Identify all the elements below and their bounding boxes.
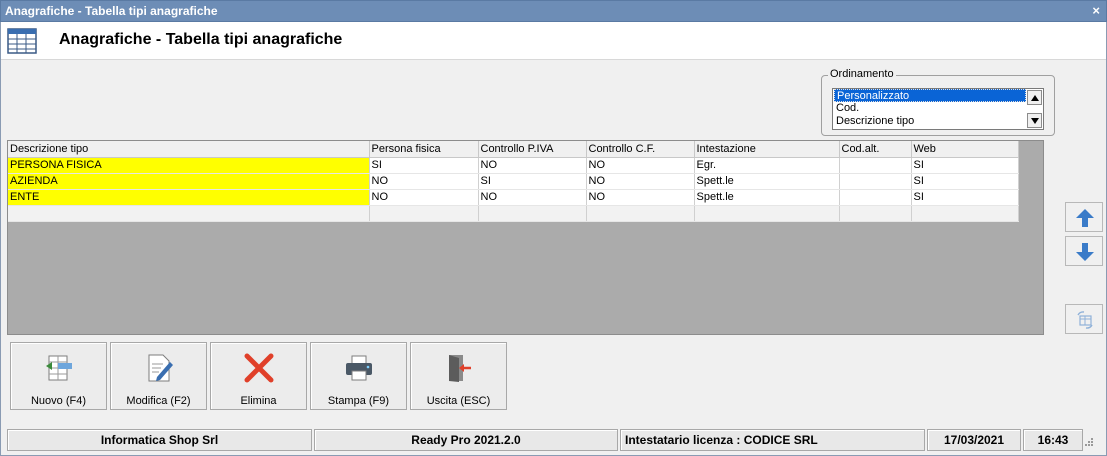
empty-cell[interactable] [839,205,912,222]
ordinamento-option-personalizzato[interactable]: Personalizzato [834,89,1026,102]
delete-button-label: Elimina [240,395,277,407]
cell-persona-fisica[interactable]: NO [369,189,479,206]
ordinamento-option-descrizione[interactable]: Descrizione tipo [834,115,1026,128]
refresh-button[interactable] [1065,304,1103,334]
printer-icon [346,355,372,381]
empty-cell[interactable] [586,205,695,222]
cell-cod-alt[interactable] [839,189,912,206]
close-icon[interactable]: × [1092,3,1100,18]
page-title: Anagrafiche - Tabella tipi anagrafiche [59,31,343,48]
status-company: Informatica Shop Srl [7,429,312,451]
cell-controllo-cf[interactable]: NO [586,157,695,174]
resize-grip-icon[interactable] [1084,437,1094,447]
exit-door-icon [449,355,471,382]
page-header: Anagrafiche - Tabella tipi anagrafiche [1,22,1106,60]
window-frame-left [0,22,1,456]
cell-controllo-cf[interactable]: NO [586,189,695,206]
new-button[interactable]: Nuovo (F4) [10,342,107,410]
cell-controllo-piva[interactable]: NO [478,189,587,206]
cell-intestazione[interactable]: Spett.le [694,173,840,190]
cell-web[interactable]: SI [911,157,1019,174]
cell-persona-fisica[interactable]: SI [369,157,479,174]
ordinamento-group: Ordinamento Personalizzato Cod. Descrizi… [821,68,1055,136]
status-date: 17/03/2021 [927,429,1021,451]
exit-button-label: Uscita (ESC) [426,395,491,407]
cell-web[interactable]: SI [911,173,1019,190]
ordinamento-option-cod[interactable]: Cod. [834,102,1026,115]
col-header-descrizione[interactable]: Descrizione tipo [8,141,370,158]
arrow-up-icon [1076,209,1094,227]
table-row[interactable]: ENTE NO NO NO Spett.le SI [8,189,1019,206]
table-icon [7,28,37,54]
window-titlebar[interactable]: Anagrafiche - Tabella tipi anagrafiche × [0,0,1107,22]
status-bar: Informatica Shop Srl Ready Pro 2021.2.0 … [7,429,1100,451]
cell-cod-alt[interactable] [839,157,912,174]
col-header-web[interactable]: Web [911,141,1019,158]
col-header-controllo-cf[interactable]: Controllo C.F. [586,141,695,158]
status-time: 16:43 [1023,429,1083,451]
cell-persona-fisica[interactable]: NO [369,173,479,190]
cell-controllo-piva[interactable]: NO [478,157,587,174]
table-row[interactable]: PERSONA FISICA SI NO NO Egr. SI [8,157,1019,174]
cell-descrizione[interactable]: PERSONA FISICA [8,157,370,174]
empty-cell[interactable] [911,205,1019,222]
new-button-label: Nuovo (F4) [30,395,87,407]
new-record-icon [46,355,72,381]
refresh-icon [1077,311,1093,329]
header-row: Descrizione tipo Persona fisica Controll… [8,141,1019,158]
cell-intestazione[interactable]: Spett.le [694,189,840,206]
cell-intestazione[interactable]: Egr. [694,157,840,174]
cell-descrizione[interactable]: AZIENDA [8,173,370,190]
empty-cell[interactable] [8,205,370,222]
cell-controllo-piva[interactable]: SI [478,173,587,190]
empty-cell[interactable] [694,205,840,222]
empty-cell[interactable] [369,205,479,222]
exit-button[interactable]: Uscita (ESC) [410,342,507,410]
edit-icon [148,354,173,382]
move-up-button[interactable] [1065,202,1103,232]
delete-x-icon [244,353,274,383]
move-down-button[interactable] [1065,236,1103,266]
new-row[interactable] [8,205,1019,222]
edit-button-label: Modifica (F2) [126,395,191,407]
print-button[interactable]: Stampa (F9) [310,342,407,410]
empty-cell[interactable] [478,205,587,222]
window-title: Anagrafiche - Tabella tipi anagrafiche [5,4,218,18]
ordinamento-legend: Ordinamento [828,68,896,80]
print-button-label: Stampa (F9) [327,395,390,407]
data-grid[interactable]: Descrizione tipo Persona fisica Controll… [7,140,1044,335]
edit-button[interactable]: Modifica (F2) [110,342,207,410]
col-header-controllo-piva[interactable]: Controllo P.IVA [478,141,587,158]
arrow-down-icon [1076,243,1094,261]
triangle-up-icon [1031,95,1039,101]
cell-web[interactable]: SI [911,189,1019,206]
col-header-persona-fisica[interactable]: Persona fisica [369,141,479,158]
col-header-intestazione[interactable]: Intestazione [694,141,840,158]
triangle-down-icon [1031,118,1039,124]
data-table: Descrizione tipo Persona fisica Controll… [8,141,1019,222]
cell-controllo-cf[interactable]: NO [586,173,695,190]
status-license: Intestatario licenza : CODICE SRL [620,429,925,451]
ordinamento-listbox[interactable]: Personalizzato Cod. Descrizione tipo [832,88,1044,130]
cell-descrizione[interactable]: ENTE [8,189,370,206]
table-row[interactable]: AZIENDA NO SI NO Spett.le SI [8,173,1019,190]
status-version: Ready Pro 2021.2.0 [314,429,618,451]
col-header-cod-alt[interactable]: Cod.alt. [839,141,912,158]
scroll-up-button[interactable] [1027,90,1042,105]
delete-button[interactable]: Elimina [210,342,307,410]
scroll-down-button[interactable] [1027,113,1042,128]
cell-cod-alt[interactable] [839,173,912,190]
